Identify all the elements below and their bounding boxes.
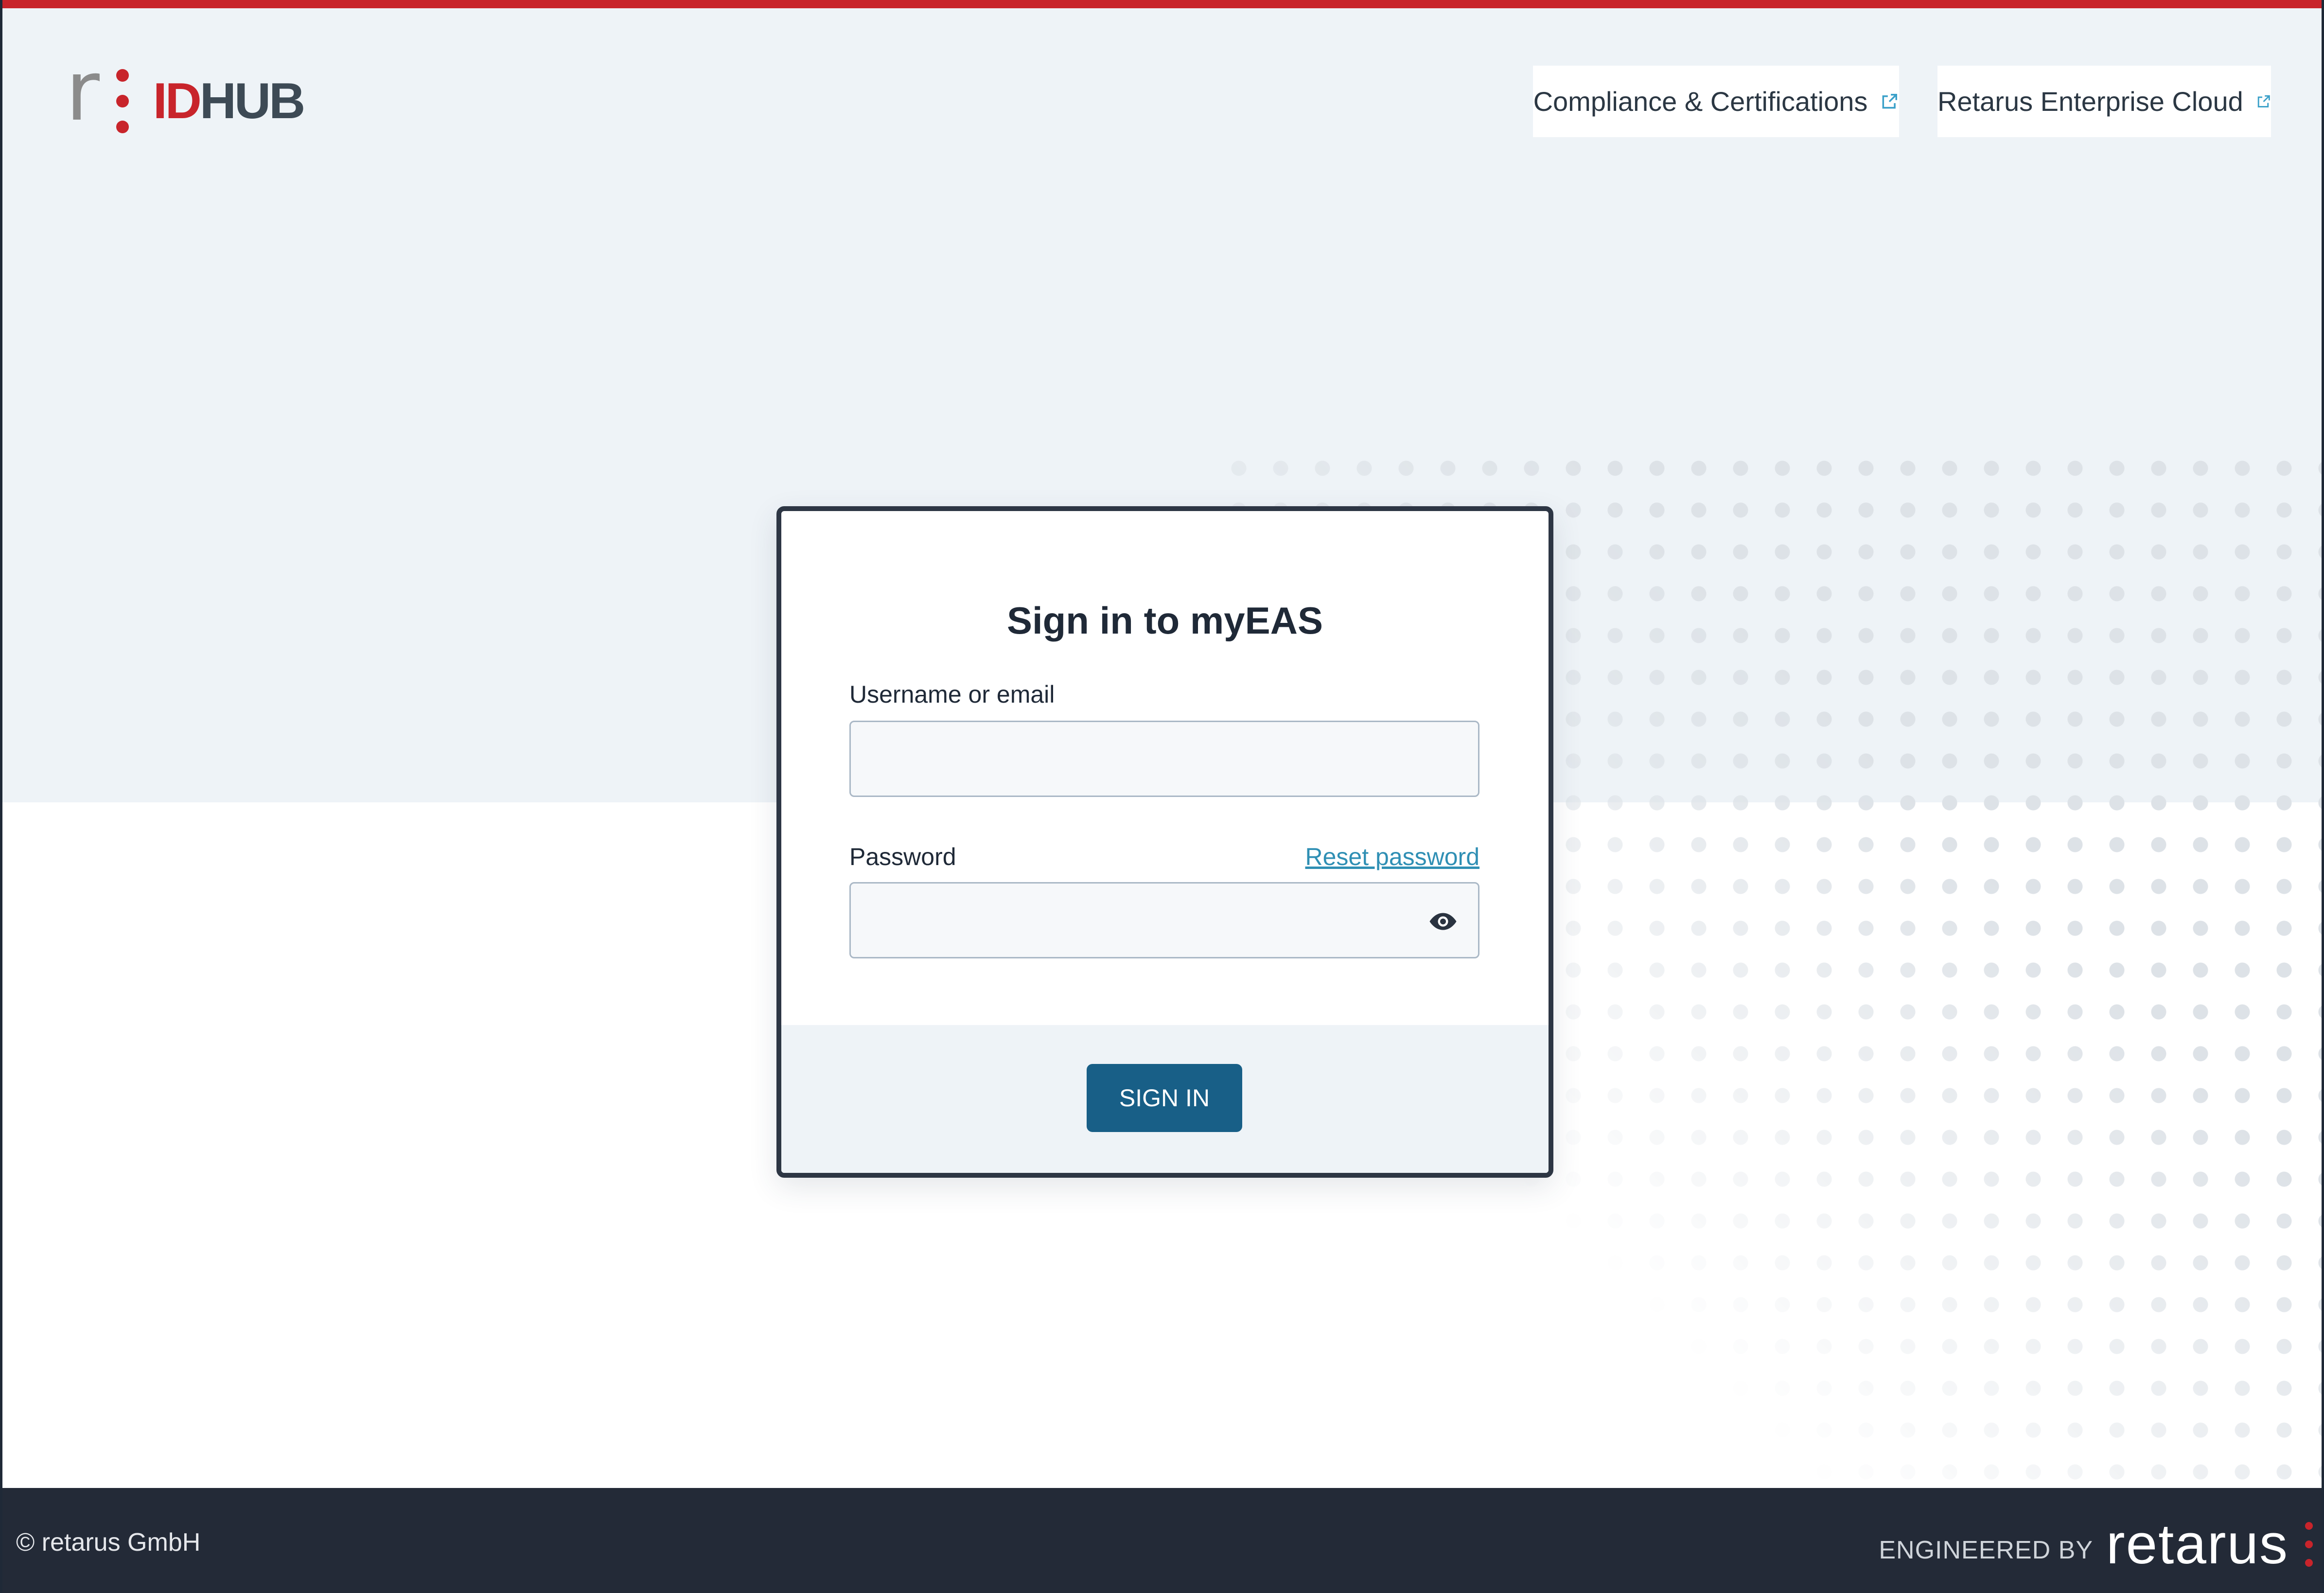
login-title: Sign in to myEAS (1006, 599, 1323, 642)
external-link-icon (1883, 93, 1898, 108)
logo-dots-icon (116, 69, 129, 133)
idhub-logo[interactable]: r ID HUB (66, 50, 305, 135)
eye-icon[interactable] (1428, 907, 1458, 936)
login-card-footer: SIGN IN (781, 1025, 1549, 1173)
compliance-link-label: Compliance & Certifications (1533, 86, 1868, 117)
login-card: Sign in to myEAS Username or email Passw… (776, 506, 1553, 1178)
password-field[interactable] (849, 882, 1479, 958)
engineered-by-text: ENGINEERED BY (1879, 1536, 2093, 1564)
username-input[interactable] (849, 721, 1479, 797)
top-accent-line (2, 0, 2322, 8)
enterprise-cloud-link-label: Retarus Enterprise Cloud (1937, 86, 2243, 117)
sign-in-button[interactable]: SIGN IN (1087, 1064, 1242, 1132)
reset-password-link[interactable]: Reset password (1305, 843, 1480, 871)
compliance-certifications-link[interactable]: Compliance & Certifications (1533, 66, 1899, 137)
password-label: Password (849, 843, 956, 870)
page: r ID HUB Compliance & Certifications Ret… (0, 0, 2324, 1593)
logo-r-glyph: r (66, 43, 100, 140)
logo-id-text: ID (153, 72, 202, 129)
retarus-enterprise-cloud-link[interactable]: Retarus Enterprise Cloud (1937, 66, 2271, 137)
page-footer: © retarus GmbH ENGINEERED BY retarus (2, 1488, 2322, 1593)
brand-dots-icon (2305, 1522, 2313, 1567)
external-link-icon (2257, 95, 2270, 107)
copyright-text: © retarus GmbH (16, 1528, 201, 1557)
retarus-brand-logo: retarus (2106, 1512, 2289, 1575)
logo-hub-text: HUB (199, 72, 305, 129)
username-label: Username or email (849, 681, 1055, 708)
